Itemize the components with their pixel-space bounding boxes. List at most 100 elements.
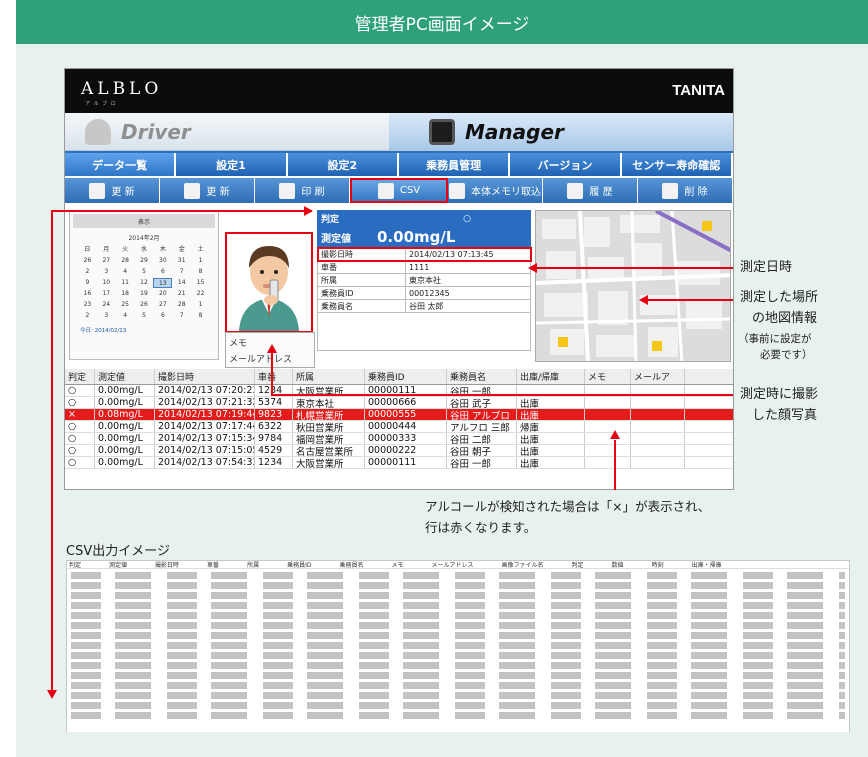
csv-column-header: 乗務員ID <box>287 562 312 569</box>
grid-cell: 出庫 <box>517 409 585 420</box>
photo-callout-arrowhead <box>267 344 277 353</box>
calendar-day[interactable]: 27 <box>153 300 172 310</box>
calendar-day[interactable]: 30 <box>153 256 172 266</box>
detail-area: 表示 2014年2月 日月火水木金土 26 27 28 29 30 31 1 2 3 4 5 6 7 8 9 1… <box>65 206 733 369</box>
calendar-day[interactable]: 16 <box>78 289 97 299</box>
location-map[interactable] <box>535 210 731 362</box>
toolbar: 更 新 更 新 印 刷 CSV 本体メモリ取込 履 歴 削 除 <box>65 176 733 203</box>
calendar-day[interactable]: 3 <box>97 311 116 321</box>
nav-crew-management[interactable]: 乗務員管理 <box>398 153 511 176</box>
calendar-day[interactable]: 6 <box>153 267 172 277</box>
grid-column-header[interactable]: 乗務員名 <box>447 369 517 384</box>
grid-column-header[interactable]: メールア <box>631 369 685 384</box>
grid-column-header[interactable]: 出庫/帰庫 <box>517 369 585 384</box>
calendar-day[interactable]: 1 <box>191 256 210 266</box>
calendar-day[interactable]: 7 <box>172 311 191 321</box>
calendar-day[interactable]: 2 <box>78 311 97 321</box>
info-row: 車番 1111 <box>317 260 531 274</box>
update-button[interactable]: 更 新 <box>160 178 255 203</box>
grid-cell: 2014/02/13 07:15:34 <box>155 433 255 444</box>
grid-row[interactable]: ○ 0.00mg/L 2014/02/13 07:17:44 6322 秋田営業所 000… <box>65 421 733 433</box>
calendar-day[interactable]: 14 <box>172 278 191 288</box>
import-memory-button[interactable]: 本体メモリ取込 <box>448 178 543 203</box>
calendar-day[interactable]: 6 <box>153 311 172 321</box>
calendar-day[interactable]: 4 <box>116 311 135 321</box>
grid-column-header[interactable]: 車番 <box>255 369 293 384</box>
calendar-day[interactable]: 9 <box>78 278 97 288</box>
refresh-button[interactable]: 更 新 <box>65 178 160 203</box>
calendar-show-button[interactable]: 表示 <box>73 214 215 228</box>
calendar-today[interactable]: 今日: 2014/02/13 <box>80 326 208 334</box>
csv-button[interactable]: CSV <box>350 178 448 203</box>
grid-column-header[interactable]: メモ <box>585 369 631 384</box>
calendar-day[interactable]: 28 <box>172 300 191 310</box>
calendar-day[interactable]: 1 <box>191 300 210 310</box>
grid-row[interactable]: ○ 0.00mg/L 2014/02/13 07:15:05 4529 名古屋営業所 00… <box>65 445 733 457</box>
calendar-day[interactable]: 7 <box>172 267 191 277</box>
calendar-day[interactable]: 13 <box>153 278 173 288</box>
calendar-day[interactable]: 27 <box>97 256 116 266</box>
map-callout-line1: 測定した場所 <box>740 290 819 305</box>
grid-cell: 2014/02/13 07:21:32 <box>155 397 255 408</box>
mode-manager-tab[interactable]: Manager <box>389 113 733 150</box>
photo-callout-line2: した顔写真 <box>752 408 818 423</box>
calendar-day[interactable]: 25 <box>116 300 135 310</box>
csv-column-header: 時刻 <box>651 562 664 569</box>
map-image-icon <box>536 211 730 361</box>
calendar-day[interactable]: 26 <box>135 300 154 310</box>
calendar-day[interactable]: 2 <box>78 267 97 277</box>
calendar-day[interactable]: 10 <box>97 278 116 288</box>
calendar-day[interactable]: 19 <box>135 289 154 299</box>
grid-cell: 大阪営業所 <box>293 457 365 468</box>
calendar: 表示 2014年2月 日月火水木金土 26 27 28 29 30 31 1 2 3 4 5 6 7 8 9 1… <box>69 210 219 360</box>
nav-settings-2[interactable]: 設定2 <box>287 153 399 176</box>
calendar-day[interactable]: 8 <box>191 311 210 321</box>
grid-cell: 谷田 朝子 <box>447 445 517 456</box>
person-photo-icon <box>227 234 311 331</box>
calendar-day[interactable]: 28 <box>116 256 135 266</box>
calendar-day[interactable]: 5 <box>135 311 154 321</box>
calendar-day[interactable]: 5 <box>135 267 154 277</box>
calendar-day[interactable]: 23 <box>78 300 97 310</box>
calendar-day[interactable]: 21 <box>172 289 191 299</box>
calendar-day[interactable]: 29 <box>135 256 154 266</box>
nav-sensor-life[interactable]: センサー寿命確認 <box>621 153 733 176</box>
grid-cell: 00000333 <box>365 433 447 444</box>
mode-driver-tab[interactable]: Driver <box>65 113 389 150</box>
grid-row[interactable]: ○ 0.00mg/L 2014/02/13 07:21:32 5374 東京本社 0000… <box>65 397 733 409</box>
history-button[interactable]: 履 歴 <box>543 178 638 203</box>
grid-column-header[interactable]: 撮影日時 <box>155 369 255 384</box>
calendar-day[interactable]: 3 <box>97 267 116 277</box>
calendar-day[interactable]: 20 <box>153 289 172 299</box>
calendar-day[interactable]: 17 <box>97 289 116 299</box>
grid-row[interactable]: ○ 0.00mg/L 2014/02/13 07:54:33 1234 大阪営業所 000… <box>65 457 733 469</box>
csv-data-line <box>71 642 845 649</box>
calendar-day[interactable]: 8 <box>191 267 210 277</box>
measurement-info: 判定 ○ 測定値 0.00mg/L 撮影日時 2014/02/13 07:13:4… <box>316 210 532 351</box>
calendar-day[interactable]: 11 <box>116 278 135 288</box>
grid-column-header[interactable]: 乗務員ID <box>365 369 447 384</box>
calendar-day[interactable]: 4 <box>116 267 135 277</box>
nav-data-list[interactable]: データ一覧 <box>65 153 177 176</box>
calendar-day[interactable]: 15 <box>191 278 210 288</box>
calendar-day[interactable]: 22 <box>191 289 210 299</box>
datetime-callout-arrowhead <box>528 263 537 273</box>
calendar-day[interactable]: 26 <box>78 256 97 266</box>
grid-column-header[interactable]: 所属 <box>293 369 365 384</box>
delete-button[interactable]: 削 除 <box>638 178 733 203</box>
calendar-day[interactable]: 18 <box>116 289 135 299</box>
calendar-day[interactable]: 12 <box>135 278 154 288</box>
nav-version[interactable]: バージョン <box>510 153 622 176</box>
info-label: 撮影日時 <box>317 247 406 261</box>
grid-column-header[interactable]: 判定 <box>65 369 95 384</box>
grid-row-alert[interactable]: × 0.08mg/L 2014/02/13 07:19:44 9823 札幌営業所 000… <box>65 409 733 421</box>
grid-column-header[interactable]: 測定値 <box>95 369 155 384</box>
calendar-day[interactable]: 24 <box>97 300 116 310</box>
data-grid: 判定 測定値 撮影日時 車番 所属 乗務員ID 乗務員名 出庫/帰庫 メモ メールア ○ 0.00m… <box>65 369 733 489</box>
nav-settings-1[interactable]: 設定1 <box>176 153 288 176</box>
grid-cell: 4529 <box>255 445 293 456</box>
print-button[interactable]: 印 刷 <box>255 178 350 203</box>
map-callout-arrowhead <box>639 295 648 305</box>
calendar-day[interactable]: 31 <box>172 256 191 266</box>
grid-row[interactable]: ○ 0.00mg/L 2014/02/13 07:15:34 9784 福岡営業所 000… <box>65 433 733 445</box>
